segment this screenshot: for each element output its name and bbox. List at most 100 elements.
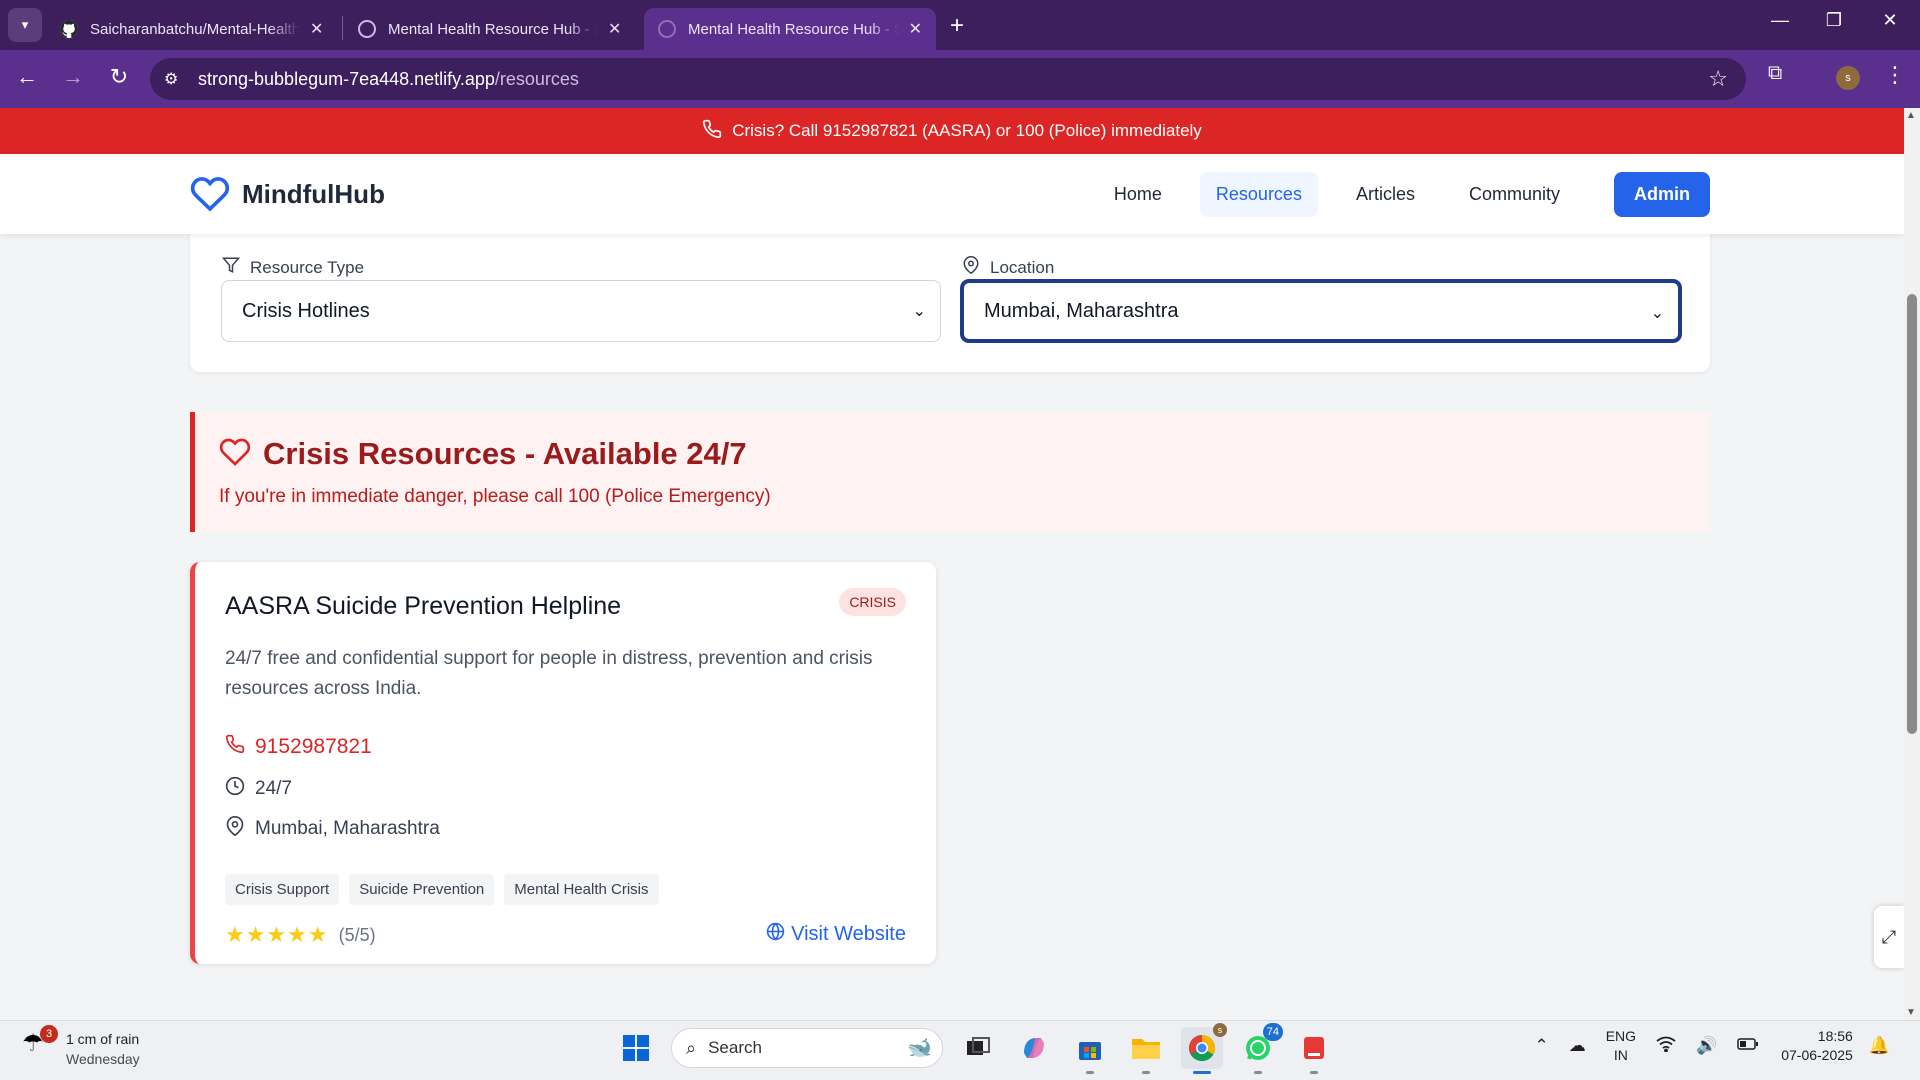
weather-widget[interactable]: ☂ 3 1 cm of rain Wednesday	[22, 1025, 140, 1069]
tag-chip: Suicide Prevention	[349, 874, 495, 905]
windows-taskbar: ☂ 3 1 cm of rain Wednesday ⌕ Search 🐋 s …	[0, 1020, 1920, 1080]
resource-card: AASRA Suicide Prevention Helpline CRISIS…	[190, 562, 936, 964]
taskbar-search-placeholder: Search	[708, 1038, 762, 1057]
weather-badge: 3	[40, 1025, 58, 1043]
system-tray: ⌃ ☁ ENG IN 🔊 18:56 07-06-2025 🔔	[1524, 1027, 1900, 1065]
tab-title: Mental Health Resource Hub - Supp	[688, 20, 899, 38]
phone-icon	[702, 119, 722, 144]
visit-website-link[interactable]: Visit Website	[766, 922, 906, 947]
taskbar-search-box[interactable]: ⌕ Search 🐋	[671, 1028, 943, 1068]
language-indicator[interactable]: ENG IN	[1606, 1027, 1636, 1065]
close-tab-icon[interactable]: ✕	[608, 19, 621, 39]
map-pin-icon	[962, 256, 980, 279]
resource-type-value: Crisis Hotlines	[242, 299, 370, 322]
site-info-icon[interactable]: ⚙	[164, 69, 194, 89]
search-icon: ⌕	[686, 1037, 697, 1058]
wifi-icon[interactable]	[1656, 1036, 1676, 1057]
resource-title: AASRA Suicide Prevention Helpline	[225, 592, 622, 620]
microsoft-store-icon[interactable]	[1069, 1027, 1111, 1074]
running-indicator	[1193, 1071, 1211, 1074]
address-bar-row: ← → ↻ ⚙ strong-bubblegum-7ea448.netlify.…	[0, 50, 1920, 108]
profile-avatar[interactable]: s	[1836, 66, 1860, 90]
scroll-up-arrow-icon[interactable]: ▲	[1906, 110, 1916, 121]
resource-type-label: Resource Type	[221, 256, 365, 279]
minimize-button[interactable]: —	[1760, 10, 1800, 31]
nav-home[interactable]: Home	[1098, 172, 1178, 217]
close-tab-icon[interactable]: ✕	[310, 19, 323, 39]
browser-menu-icon[interactable]: ⋮	[1884, 62, 1906, 88]
onedrive-cloud-icon[interactable]: ☁	[1569, 1036, 1586, 1056]
chevron-down-icon: ⌄	[1650, 305, 1664, 322]
chevron-up-icon[interactable]: ⌃	[1534, 1036, 1548, 1056]
page-viewport: Crisis? Call 9152987821 (AASRA) or 100 (…	[0, 108, 1904, 1020]
visit-website-label: Visit Website	[791, 923, 906, 945]
running-indicator	[1086, 1071, 1094, 1074]
nav-articles[interactable]: Articles	[1340, 172, 1431, 217]
copilot-icon[interactable]	[1013, 1027, 1055, 1069]
location-label: Location	[962, 256, 1054, 279]
browser-tab-strip: ▾ Saicharanbatchu/Mental-Health-Resource…	[0, 0, 1920, 50]
notification-bell-icon[interactable]: 🔔	[1869, 1036, 1890, 1056]
volume-icon[interactable]: 🔊	[1696, 1036, 1717, 1056]
tab-search-button[interactable]: ▾	[8, 8, 42, 42]
globe-icon	[658, 20, 676, 38]
clock[interactable]: 18:56 07-06-2025	[1781, 1027, 1853, 1065]
chrome-icon[interactable]: s	[1181, 1023, 1227, 1074]
lang-top: ENG	[1605, 1028, 1637, 1044]
scroll-down-arrow-icon[interactable]: ▼	[1906, 1007, 1916, 1018]
whatsapp-unread-badge: 74	[1262, 1023, 1283, 1041]
reload-button[interactable]: ↻	[104, 64, 134, 90]
back-button[interactable]: ←	[12, 64, 42, 90]
globe-icon	[766, 922, 785, 947]
filter-icon	[221, 256, 241, 279]
admin-button[interactable]: Admin	[1614, 172, 1710, 217]
resource-type-label-text: Resource Type	[250, 257, 365, 277]
chrome-profile-badge: s	[1213, 1023, 1227, 1037]
red-app-icon[interactable]	[1293, 1027, 1335, 1074]
forward-button[interactable]: →	[58, 64, 88, 90]
star-rating-icons: ★★★★★	[225, 922, 329, 947]
running-indicator	[1310, 1071, 1318, 1074]
tab-resource-hub-active[interactable]: Mental Health Resource Hub - Supp ✕	[644, 8, 936, 50]
restore-button[interactable]: ❐	[1814, 10, 1854, 31]
category-badge: CRISIS	[839, 588, 906, 616]
location-label-text: Location	[990, 257, 1055, 277]
tab-github[interactable]: Saicharanbatchu/Mental-Health-Resource-H…	[46, 8, 337, 50]
resource-location: Mumbai, Maharashtra	[255, 817, 440, 839]
logo[interactable]: MindfulHub	[190, 174, 385, 214]
bookmark-star-icon[interactable]: ☆	[1708, 66, 1728, 92]
logo-text: MindfulHub	[242, 178, 385, 209]
resource-phone-link[interactable]: 9152987821	[255, 735, 372, 759]
weather-day: Wednesday	[66, 1051, 140, 1067]
nav-resources[interactable]: Resources	[1199, 172, 1318, 217]
battery-icon[interactable]	[1737, 1036, 1759, 1056]
location-select[interactable]: Mumbai, Maharashtra ⌄	[961, 280, 1681, 342]
resource-location-row: Mumbai, Maharashtra	[225, 816, 440, 841]
tab-title: Saicharanbatchu/Mental-Health-Resource-H…	[90, 20, 300, 38]
url-bar[interactable]: ⚙ strong-bubblegum-7ea448.netlify.app/re…	[150, 58, 1746, 100]
extensions-icon[interactable]: ⧉	[1768, 62, 1782, 85]
close-tab-icon[interactable]: ✕	[909, 19, 922, 39]
url-text: strong-bubblegum-7ea448.netlify.app/reso…	[198, 69, 579, 90]
resource-hours: 24/7	[255, 777, 292, 799]
side-panel-toggle-icon[interactable]: ⤢	[1874, 906, 1904, 968]
taskbar-apps: ⌕ Search 🐋 s 74	[608, 1023, 1342, 1074]
crisis-section-title: Crisis Resources - Available 24/7	[263, 436, 747, 471]
scrollbar-thumb[interactable]	[1907, 294, 1917, 734]
whatsapp-icon[interactable]: 74	[1237, 1023, 1283, 1074]
task-view-icon[interactable]	[957, 1027, 999, 1069]
clock-time: 18:56	[1817, 1028, 1853, 1044]
nav-community[interactable]: Community	[1453, 172, 1576, 217]
tab-resource-hub[interactable]: Mental Health Resource Hub - Supp ✕	[344, 8, 635, 50]
running-indicator	[1142, 1071, 1150, 1074]
new-tab-button[interactable]: +	[950, 12, 964, 40]
search-highlight-art-icon: 🐋	[907, 1037, 932, 1059]
file-explorer-icon[interactable]	[1125, 1027, 1167, 1074]
url-host: strong-bubblegum-7ea448.netlify.app	[198, 68, 495, 89]
page-scrollbar[interactable]: ▲ ▼	[1904, 108, 1920, 1020]
close-window-button[interactable]: ✕	[1870, 10, 1910, 31]
resource-type-select[interactable]: Crisis Hotlines ⌄	[221, 280, 941, 342]
windows-start-icon[interactable]	[615, 1027, 657, 1069]
url-path: /resources	[494, 68, 579, 89]
crisis-banner-text: Crisis? Call 9152987821 (AASRA) or 100 (…	[732, 121, 1202, 140]
